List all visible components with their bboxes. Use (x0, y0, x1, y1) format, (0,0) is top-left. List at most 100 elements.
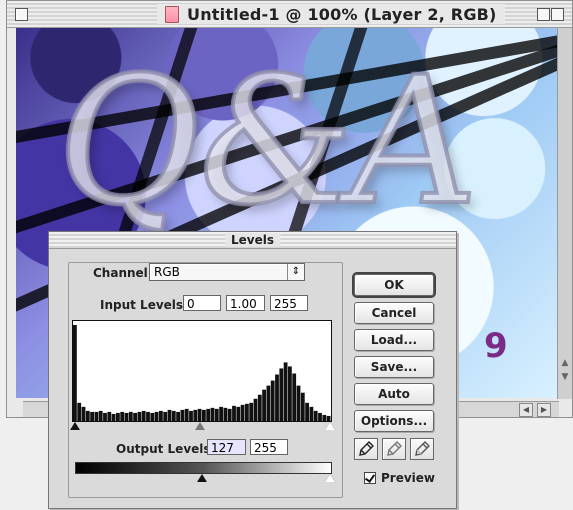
histogram-bar (236, 406, 241, 421)
histogram-bar (116, 412, 120, 421)
histogram-bar (318, 412, 322, 421)
histogram-bar (206, 408, 211, 421)
input-gamma-field[interactable]: 1.00 (226, 295, 265, 311)
histogram-bar (279, 368, 284, 421)
input-gamma-slider[interactable] (195, 422, 205, 430)
histogram-bar (266, 385, 271, 421)
histogram-bar (232, 405, 236, 421)
histogram-chart (73, 325, 331, 421)
histogram-bar (275, 374, 279, 421)
histogram-bar (197, 408, 202, 421)
levels-title: Levels (224, 233, 281, 247)
histogram-bar (163, 411, 168, 421)
channel-label: Channel: (93, 266, 153, 280)
black-eyedropper-icon[interactable] (354, 438, 378, 460)
preview-checkbox[interactable] (364, 472, 376, 484)
scroll-right-icon[interactable]: ▶ (537, 403, 551, 417)
title-group: Untitled-1 @ 100% (Layer 2, RGB) (157, 4, 505, 24)
histogram-bar (120, 411, 125, 421)
histogram-bar (322, 414, 327, 421)
vertical-scrollbar[interactable]: ▲ ▼ (557, 28, 572, 399)
input-white-slider[interactable] (325, 422, 335, 430)
histogram-bar (288, 366, 292, 421)
histogram-bar (262, 389, 266, 421)
output-black-slider[interactable] (197, 474, 207, 482)
histogram-bar (176, 411, 180, 421)
histogram-bar (171, 410, 176, 421)
histogram-bar (313, 410, 318, 421)
histogram-bar (124, 412, 129, 421)
histogram-bar (214, 408, 219, 421)
histogram-bar (159, 410, 163, 421)
collapse-box[interactable] (551, 8, 564, 21)
input-white-field[interactable]: 255 (270, 295, 308, 311)
levels-titlebar[interactable]: Levels (49, 232, 456, 249)
histogram-bar (146, 411, 150, 421)
histogram-bars (73, 325, 331, 421)
histogram-bar (296, 385, 301, 421)
cancel-button[interactable]: Cancel (354, 302, 434, 324)
histogram-bar (184, 408, 189, 421)
histogram-bar (326, 415, 331, 421)
histogram-bar (77, 402, 82, 421)
scroll-down-icon[interactable]: ▼ (560, 372, 570, 382)
histogram-bar (98, 410, 103, 421)
histogram-bar (90, 411, 94, 421)
ok-button[interactable]: OK (354, 274, 434, 296)
output-white-slider[interactable] (325, 474, 335, 482)
output-black-field[interactable]: 127 (207, 439, 246, 455)
white-eyedropper-icon[interactable] (410, 438, 434, 460)
output-levels-label: Output Levels: (116, 442, 216, 456)
channel-value: RGB (154, 265, 180, 279)
histogram-bar (180, 409, 185, 421)
histogram-bar (150, 412, 155, 421)
window-title: Untitled-1 @ 100% (Layer 2, RGB) (187, 4, 497, 24)
close-box[interactable] (15, 8, 28, 21)
histogram-bar (128, 411, 133, 421)
histogram-bar (85, 410, 90, 421)
save-button[interactable]: Save... (354, 356, 434, 378)
histogram-bar (111, 413, 116, 421)
document-titlebar[interactable]: Untitled-1 @ 100% (Layer 2, RGB) (7, 1, 572, 28)
scroll-up-icon[interactable]: ▲ (560, 358, 570, 368)
auto-button[interactable]: Auto (354, 383, 434, 405)
histogram (72, 320, 332, 422)
histogram-bar (210, 407, 215, 421)
histogram-bar (202, 409, 206, 421)
histogram-bar (249, 402, 254, 421)
histogram-bar (253, 398, 258, 421)
channel-select[interactable]: RGB ⇕ (149, 263, 305, 281)
histogram-bar (154, 411, 159, 421)
canvas-number: 9 (484, 326, 508, 366)
updown-arrows-icon: ⇕ (287, 264, 304, 280)
load-button[interactable]: Load... (354, 329, 434, 351)
histogram-bar (137, 411, 142, 421)
histogram-bar (223, 407, 228, 421)
histogram-bar (73, 325, 77, 421)
gray-eyedropper-icon[interactable] (382, 438, 406, 460)
scroll-left-icon[interactable]: ◀ (519, 403, 533, 417)
histogram-bar (245, 403, 249, 421)
histogram-bar (107, 411, 112, 421)
output-white-field[interactable]: 255 (250, 439, 288, 455)
histogram-bar (292, 373, 297, 421)
histogram-bar (240, 404, 245, 421)
histogram-bar (133, 412, 137, 421)
document-icon (165, 5, 179, 23)
histogram-bar (227, 408, 232, 421)
preview-label: Preview (381, 471, 436, 485)
histogram-bar (94, 411, 99, 421)
histogram-bar (283, 362, 288, 421)
histogram-bar (167, 409, 172, 421)
input-black-slider[interactable] (70, 422, 80, 430)
histogram-bar (270, 380, 275, 421)
options-button[interactable]: Options... (354, 410, 434, 432)
zoom-box[interactable] (537, 8, 550, 21)
levels-dialog: Levels Channel: RGB ⇕ Input Levels: 0 1.… (48, 231, 457, 509)
histogram-bar (189, 410, 193, 421)
input-levels-label: Input Levels: (100, 298, 188, 312)
histogram-bar (257, 394, 262, 421)
input-black-field[interactable]: 0 (183, 295, 221, 311)
preview-option[interactable]: Preview (364, 471, 435, 485)
horizontal-arrows: ◀ ▶ (519, 403, 551, 417)
